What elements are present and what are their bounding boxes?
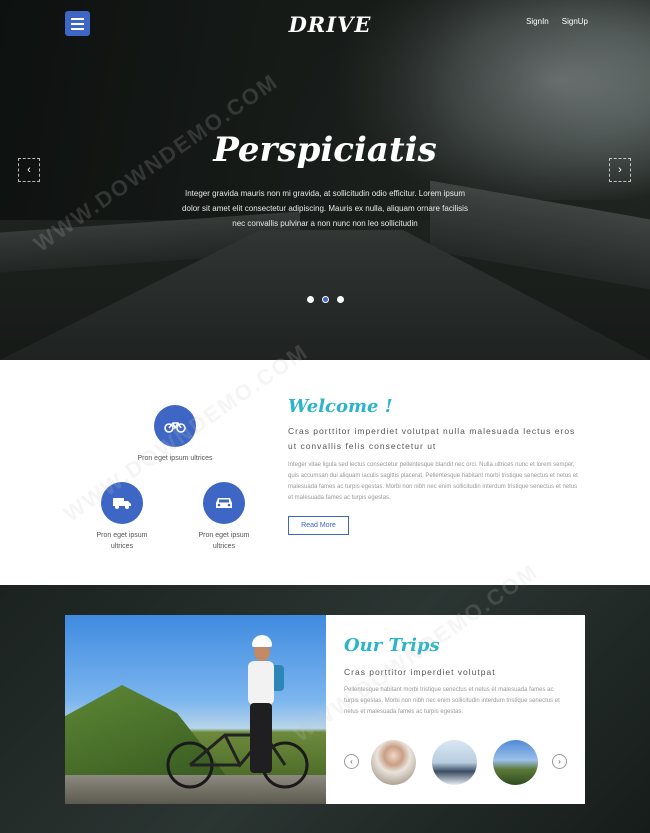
site-logo[interactable]: DRIVE xyxy=(280,12,380,37)
trips-prev-button[interactable]: ‹ xyxy=(344,754,359,769)
trips-next-button[interactable]: › xyxy=(552,754,567,769)
menu-button[interactable] xyxy=(65,11,90,36)
hamburger-icon xyxy=(71,17,84,20)
feature-label: Pron eget ipsum ultrices xyxy=(137,455,213,462)
slider-dot[interactable] xyxy=(337,296,344,303)
welcome-title: Welcome ! xyxy=(288,396,393,417)
rider-torso xyxy=(248,661,274,705)
chevron-right-icon: › xyxy=(558,757,561,766)
welcome-section: Pron eget ipsum ultrices Pron eget ipsum… xyxy=(0,360,650,585)
slider-dots xyxy=(307,296,344,303)
rider-legs xyxy=(250,703,272,773)
hamburger-icon xyxy=(71,27,84,30)
feature-car: Pron eget ipsum ultrices xyxy=(187,482,261,552)
auth-links: SignIn SignUp xyxy=(526,17,588,26)
welcome-body: Integer vitae ligula sed lectus consecte… xyxy=(288,462,578,501)
welcome-subtitle: Cras porttitor imperdiet volutpat nulla … xyxy=(288,426,576,451)
trip-thumbnail-snowmobile[interactable] xyxy=(432,740,477,785)
hero-slider: DRIVE SignIn SignUp ‹ › Perspiciatis Int… xyxy=(0,0,650,360)
feature-motorcycle: Pron eget ipsum ultrices xyxy=(130,405,220,464)
hamburger-icon xyxy=(71,22,84,25)
trips-subtitle: Cras porttitor imperdiet volutpat xyxy=(344,667,496,677)
slider-dot-active[interactable] xyxy=(322,296,329,303)
trip-thumbnail-selfie[interactable] xyxy=(371,740,416,785)
motorcycle-icon xyxy=(154,405,196,447)
hero-text: Integer gravida mauris non mi gravida, a… xyxy=(182,189,468,228)
car-icon xyxy=(203,482,245,524)
cyclist-photo xyxy=(65,615,326,804)
feature-label: Pron eget ipsum ultrices xyxy=(198,532,250,550)
trip-thumbnail-cyclist[interactable] xyxy=(493,740,538,785)
signin-link[interactable]: SignIn xyxy=(526,17,549,26)
feature-truck: Pron eget ipsum ultrices xyxy=(85,482,159,552)
signup-link[interactable]: SignUp xyxy=(562,17,588,26)
slider-dot[interactable] xyxy=(307,296,314,303)
helmet-icon xyxy=(252,635,272,647)
feature-label: Pron eget ipsum ultrices xyxy=(96,532,148,550)
trips-title: Our Trips xyxy=(344,635,440,656)
read-more-button[interactable]: Read More xyxy=(288,516,349,535)
trips-card: Our Trips Cras porttitor imperdiet volut… xyxy=(326,615,585,804)
truck-icon xyxy=(101,482,143,524)
hero-overlay xyxy=(0,0,650,360)
hero-title: Perspiciatis xyxy=(213,130,437,170)
cyclist-figure xyxy=(230,635,300,795)
trips-section: Our Trips Cras porttitor imperdiet volut… xyxy=(0,585,650,833)
trips-body: Pellentesque habitant morbi tristique se… xyxy=(344,687,560,715)
chevron-left-icon: ‹ xyxy=(350,757,353,766)
